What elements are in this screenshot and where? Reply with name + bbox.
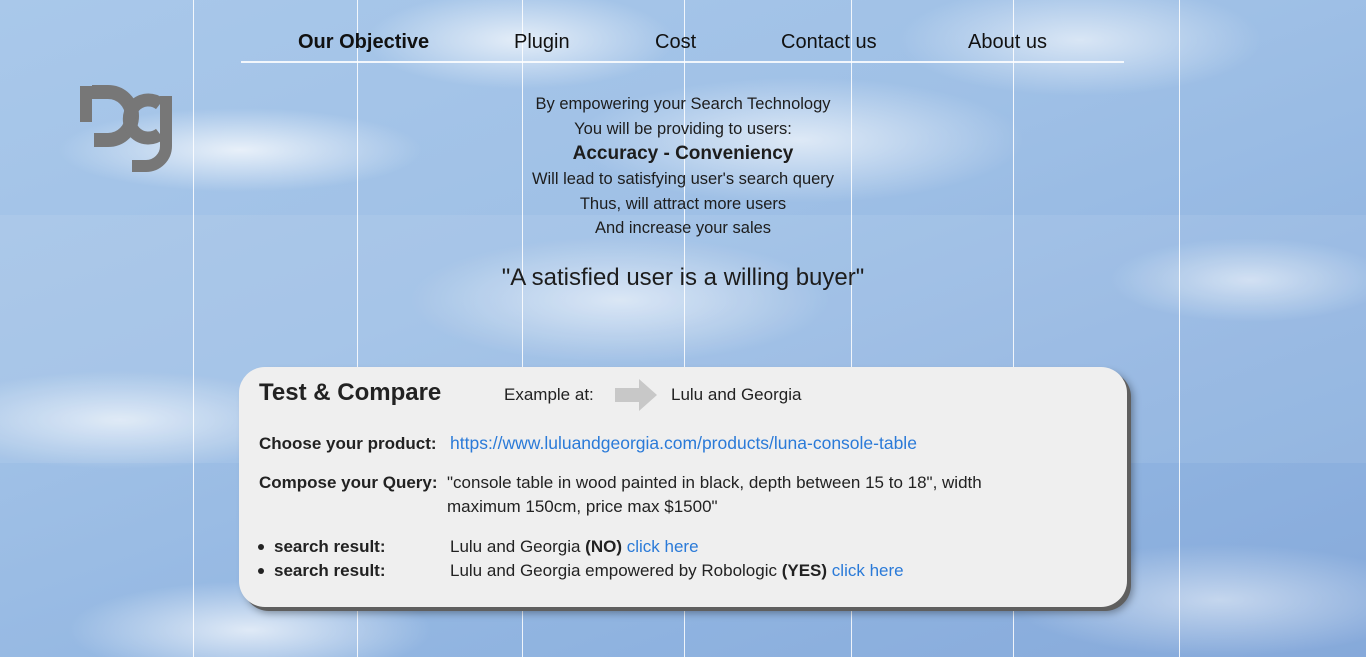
result-verdict: (NO) bbox=[585, 537, 622, 556]
product-url-link[interactable]: https://www.luluandgeorgia.com/products/… bbox=[450, 433, 917, 454]
test-compare-card: Test & Compare Example at: Lulu and Geor… bbox=[239, 367, 1127, 607]
objective-line: Thus, will attract more users bbox=[579, 194, 787, 213]
objective-line: By empowering your Search Technology bbox=[535, 95, 831, 113]
query-label: Compose your Query: bbox=[259, 473, 438, 492]
result-text: Lulu and Georgia (NO) click here bbox=[450, 537, 699, 557]
result-click-link[interactable]: click here bbox=[832, 561, 904, 580]
query-text: "console table in wood painted in black,… bbox=[447, 473, 982, 516]
nav-cost[interactable]: Cost bbox=[655, 31, 696, 54]
bullet-icon bbox=[258, 544, 264, 550]
card-title: Test & Compare bbox=[259, 379, 442, 406]
nav-contact-us[interactable]: Contact us bbox=[781, 31, 877, 54]
arrow-right-icon bbox=[615, 379, 657, 411]
result-site: Lulu and Georgia bbox=[450, 537, 581, 556]
objective-line: And increase your sales bbox=[594, 219, 772, 237]
bullet-icon bbox=[258, 568, 264, 574]
results-list: search result: Lulu and Georgia (NO) cli… bbox=[258, 535, 1114, 583]
objective-line: Will lead to satisfying user's search qu… bbox=[531, 170, 835, 188]
robologic-logo-icon[interactable] bbox=[80, 82, 184, 174]
top-nav: Our Objective Plugin Cost Contact us Abo… bbox=[241, 28, 1124, 63]
list-item: search result: Lulu and Georgia empowere… bbox=[258, 559, 1114, 583]
result-verdict: (YES) bbox=[781, 561, 828, 580]
objective-quote: "A satisfied user is a willing buyer" bbox=[501, 264, 865, 291]
result-site: Lulu and Georgia empowered by Robologic bbox=[450, 561, 777, 580]
objective-text: By empowering your Search Technology You… bbox=[433, 92, 933, 241]
product-label: Choose your product: bbox=[259, 434, 437, 453]
example-label: Example at: bbox=[504, 385, 594, 404]
nav-our-objective[interactable]: Our Objective bbox=[298, 31, 429, 54]
grid-line bbox=[193, 0, 194, 657]
result-label: search result: bbox=[274, 561, 386, 580]
example-site: Lulu and Georgia bbox=[671, 385, 802, 404]
objective-highlight: Accuracy - Conveniency bbox=[572, 143, 794, 164]
nav-about-us[interactable]: About us bbox=[968, 31, 1047, 54]
nav-plugin[interactable]: Plugin bbox=[514, 31, 570, 54]
result-label: search result: bbox=[274, 537, 386, 556]
list-item: search result: Lulu and Georgia (NO) cli… bbox=[258, 535, 1114, 559]
result-text: Lulu and Georgia empowered by Robologic … bbox=[450, 561, 904, 581]
objective-line: You will be providing to users: bbox=[574, 119, 792, 138]
result-click-link[interactable]: click here bbox=[627, 537, 699, 556]
grid-line bbox=[1179, 0, 1180, 657]
